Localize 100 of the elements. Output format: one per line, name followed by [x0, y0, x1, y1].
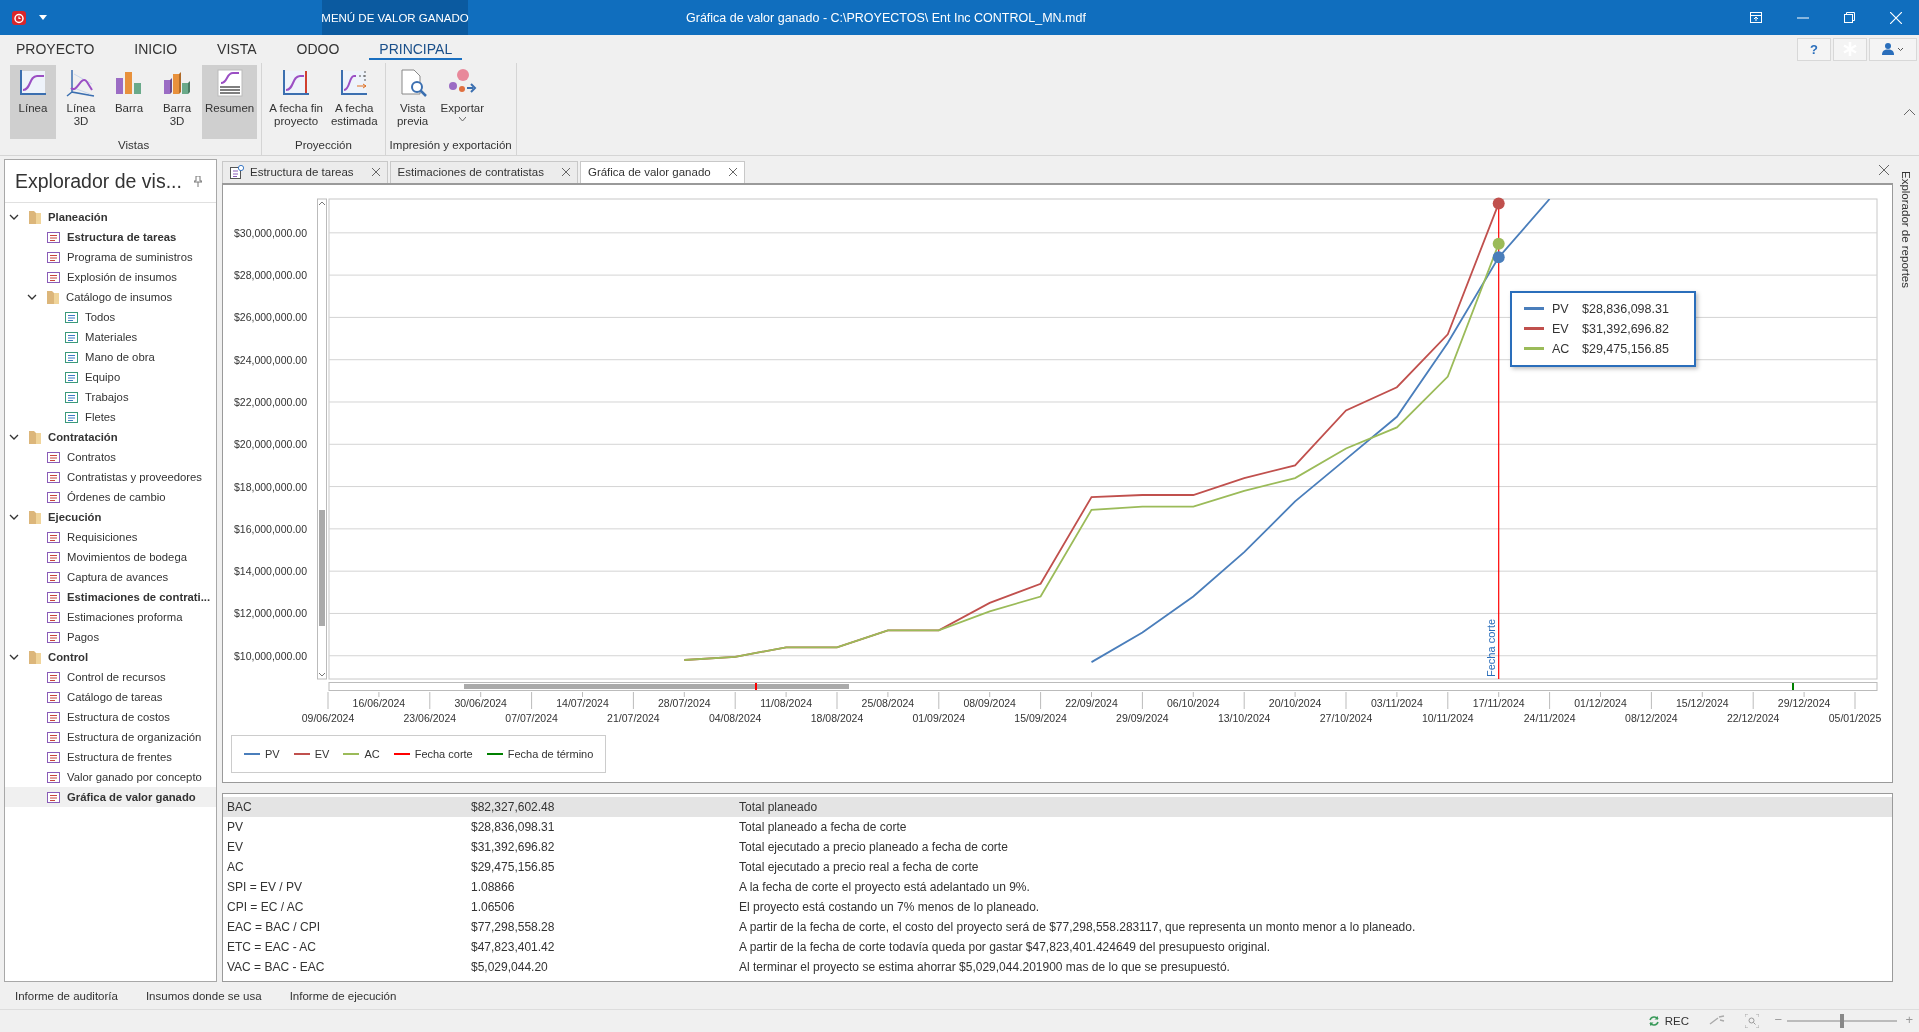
x-axis-label: 16/06/2024 — [352, 696, 406, 709]
ribbon-tab[interactable]: ODOO — [286, 38, 350, 60]
close-icon[interactable] — [1879, 165, 1889, 175]
ribbon-tab[interactable]: PROYECTO — [6, 38, 105, 60]
close-icon[interactable] — [728, 168, 737, 177]
pin-icon[interactable] — [194, 175, 202, 187]
ribbon-button[interactable]: A fecha estimada — [327, 65, 381, 139]
ribbon-tab[interactable]: PRINCIPAL — [369, 38, 463, 60]
caret-icon[interactable] — [39, 15, 47, 20]
tree-item[interactable]: Programa de suministros — [5, 247, 216, 267]
view-icon — [65, 410, 78, 424]
close-icon[interactable] — [371, 168, 380, 177]
legend-label: EV — [314, 747, 330, 760]
tree-item[interactable]: Estructura de frentes — [5, 747, 216, 767]
bottom-tab[interactable]: Insumos donde se usa — [145, 989, 262, 1002]
view-icon — [47, 790, 60, 804]
tree-item[interactable]: Catálogo de tareas — [5, 687, 216, 707]
user-menu-button[interactable] — [1869, 37, 1917, 61]
tree-item[interactable]: Valor ganado por concepto — [5, 767, 216, 787]
ribbon-button[interactable]: Línea — [10, 65, 56, 139]
tree-item[interactable]: Mano de obra — [5, 347, 216, 367]
chevron-icon[interactable] — [27, 294, 37, 300]
tree-item[interactable]: Movimientos de bodega — [5, 547, 216, 567]
view-icon — [47, 670, 60, 684]
table-row[interactable]: BAC $82,327,602.48 Total planeado — [223, 796, 1892, 817]
tree-item[interactable]: Estimaciones proforma — [5, 607, 216, 627]
x-axis-label: 20/10/2024 — [1268, 696, 1322, 709]
bottom-tab[interactable]: Informe de auditoría — [15, 989, 118, 1002]
table-row[interactable]: EAC = BAC / CPI $77,298,558.28 A partir de la fecha de corte, el costo del proyecto será de $77,298,558.283117, que representa un monto menor a lo planeado. — [223, 916, 1892, 937]
tree-item[interactable]: Pagos — [5, 627, 216, 647]
data-point[interactable] — [1492, 197, 1505, 210]
restore-ribbon-icon[interactable] — [1750, 12, 1762, 23]
x-axis-label: 22/09/2024 — [1065, 696, 1118, 709]
tree-item[interactable]: Gráfica de valor ganado — [5, 787, 216, 807]
tree-item[interactable]: Contratistas y proveedores — [5, 467, 216, 487]
tree-item[interactable]: Estructura de tareas — [5, 227, 216, 247]
ribbon-button[interactable]: Línea 3D — [58, 65, 104, 139]
chevron-icon[interactable] — [9, 214, 19, 220]
tree-item[interactable]: Explosión de insumos — [5, 267, 216, 287]
table-row[interactable]: SPI = EV / PV 1.08866 A la fecha de corte el proyecto está adelantado un 9%. — [223, 876, 1892, 897]
tree-item[interactable]: Órdenes de cambio — [5, 487, 216, 507]
tree-item[interactable]: Contratación — [5, 427, 216, 447]
view-icon — [47, 530, 60, 544]
app-logo-icon[interactable] — [11, 9, 27, 26]
table-row[interactable]: CPI = EC / AC 1.06506 El proyecto está costando un 7% menos de lo planeado. — [223, 896, 1892, 917]
bottom-tab[interactable]: Informe de ejecución — [289, 989, 397, 1002]
table-row[interactable]: ETC = EAC - AC $47,823,401.42 A partir de la fecha de corte todavía queda por gastar $47,823,401.424649 del presupuesto original. — [223, 936, 1892, 957]
tree-item[interactable]: Todos — [5, 307, 216, 327]
tree-item[interactable]: Contratos — [5, 447, 216, 467]
chevron-icon[interactable] — [9, 654, 19, 660]
table-row[interactable]: EV $31,392,696.82 Total ejecutado a precio planeado a fecha de corte — [223, 836, 1892, 857]
chevron-icon[interactable] — [9, 434, 19, 440]
view-icon — [47, 730, 60, 744]
collapse-ribbon-icon[interactable] — [1904, 109, 1915, 115]
slider-thumb[interactable] — [1840, 1014, 1844, 1028]
ribbon-button[interactable]: Exportar — [437, 65, 488, 139]
document-tab[interactable]: Gráfica de valor ganado — [579, 160, 745, 183]
tree-item[interactable]: Estructura de costos — [5, 707, 216, 727]
ribbon-button[interactable]: A fecha fin proyecto — [266, 65, 326, 139]
table-row[interactable]: AC $29,475,156.85 Total ejecutado a precio real a fecha de corte — [223, 856, 1892, 877]
x-axis-label: 27/10/2024 — [1319, 711, 1373, 724]
ribbon-button[interactable]: Vista previa — [389, 65, 436, 139]
ribbon-button[interactable]: Resumen — [202, 65, 258, 139]
vertical-scrollbar[interactable] — [317, 198, 327, 680]
tree-item[interactable]: Captura de avances — [5, 567, 216, 587]
maximize-icon[interactable] — [1844, 12, 1855, 23]
close-icon[interactable] — [561, 168, 570, 177]
help-button[interactable]: ? — [1797, 37, 1831, 61]
tree-item[interactable]: Catálogo de insumos — [5, 287, 216, 307]
tree-item[interactable]: Equipo — [5, 367, 216, 387]
chart-limit-icon — [339, 68, 370, 98]
tree-item[interactable]: Fletes — [5, 407, 216, 427]
table-row[interactable]: PV $28,836,098.31 Total planeado a fecha de corte — [223, 816, 1892, 837]
ribbon-tab[interactable]: VISTA — [207, 38, 267, 60]
table-cell-text: $5,029,044.20 — [471, 959, 549, 974]
tree-item[interactable]: Control de recursos — [5, 667, 216, 687]
ribbon-button[interactable]: Barra — [106, 65, 152, 139]
tree-item[interactable]: Estimaciones de contrati... — [5, 587, 216, 607]
tree-item[interactable]: Ejecución — [5, 507, 216, 527]
tree-item[interactable]: Estructura de organización — [5, 727, 216, 747]
minimize-icon[interactable] — [1797, 16, 1809, 19]
side-panel-tab[interactable]: Explorador de reportes — [1900, 171, 1912, 288]
table-row[interactable]: VAC = BAC - EAC $5,029,044.20 Al terminar el proyecto se estima ahorrar $5,029,044.201900 mas de lo que se presupuestó. — [223, 956, 1892, 977]
data-point[interactable] — [1492, 251, 1505, 264]
tree-item[interactable]: Control — [5, 647, 216, 667]
horizontal-scrollbar[interactable] — [328, 681, 1878, 691]
ribbon-button[interactable]: Barra 3D — [154, 65, 200, 139]
ribbon-tab[interactable]: INICIO — [124, 38, 188, 60]
tree-item[interactable]: Materiales — [5, 327, 216, 347]
x-axis-label: 05/01/2025 — [1828, 711, 1882, 724]
rec-button[interactable]: REC — [1647, 1015, 1689, 1027]
tree-item[interactable]: Planeación — [5, 207, 216, 227]
x-axis-label: 15/09/2024 — [1014, 711, 1067, 724]
chevron-icon[interactable] — [9, 514, 19, 520]
document-tab[interactable]: Estructura de tareas — [222, 160, 388, 183]
view-icon — [47, 590, 60, 604]
tree-item[interactable]: Requisiciones — [5, 527, 216, 547]
document-tab[interactable]: Estimaciones de contratistas — [389, 160, 578, 183]
table-cell-text: 1.06506 — [471, 899, 516, 914]
tree-item[interactable]: Trabajos — [5, 387, 216, 407]
